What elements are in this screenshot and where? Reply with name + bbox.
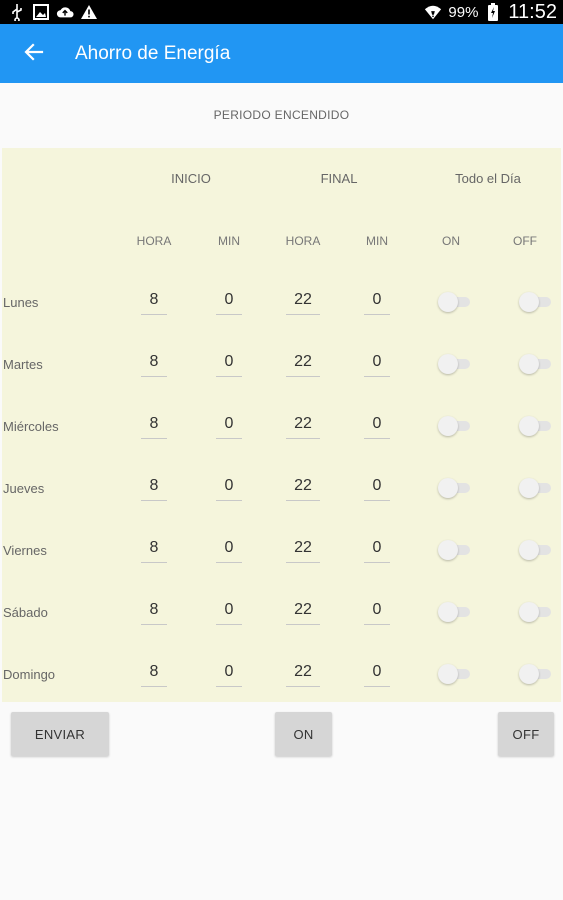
end-min-field[interactable]: 0 bbox=[364, 413, 390, 439]
back-button[interactable] bbox=[20, 40, 48, 68]
all-day-off-switch[interactable] bbox=[519, 478, 553, 498]
end-min-field[interactable]: 0 bbox=[364, 475, 390, 501]
switch-thumb bbox=[519, 292, 539, 312]
section-title: PERIODO ENCENDIDO bbox=[213, 108, 350, 122]
app-bar: Ahorro de Energía bbox=[0, 24, 563, 83]
all-day-on-switch[interactable] bbox=[438, 292, 472, 312]
header-inicio: INICIO bbox=[171, 171, 211, 186]
warning-icon bbox=[80, 3, 98, 21]
end-hour-field[interactable]: 22 bbox=[286, 599, 320, 625]
all-day-off-switch[interactable] bbox=[519, 664, 553, 684]
switch-thumb bbox=[519, 602, 539, 622]
all-day-on-switch[interactable] bbox=[438, 664, 472, 684]
usb-icon bbox=[8, 3, 26, 21]
all-day-on-switch[interactable] bbox=[438, 354, 472, 374]
day-label: Sábado bbox=[3, 605, 48, 620]
end-min-field[interactable]: 0 bbox=[364, 661, 390, 687]
header-off: OFF bbox=[513, 234, 537, 248]
end-min-field[interactable]: 0 bbox=[364, 289, 390, 315]
enviar-button[interactable]: ENVIAR bbox=[11, 712, 109, 756]
start-min-field[interactable]: 0 bbox=[216, 413, 242, 439]
day-label: Martes bbox=[3, 357, 43, 372]
battery-percentage: 99% bbox=[448, 3, 479, 21]
start-min-field[interactable]: 0 bbox=[216, 599, 242, 625]
day-label: Lunes bbox=[3, 295, 39, 310]
switch-thumb bbox=[438, 602, 458, 622]
switch-thumb bbox=[519, 664, 539, 684]
end-hour-field[interactable]: 22 bbox=[286, 661, 320, 687]
header-todo-el-dia: Todo el Día bbox=[455, 171, 521, 186]
header-end-hour: HORA bbox=[285, 234, 321, 248]
header-end-min: MIN bbox=[366, 234, 388, 248]
start-hour-field[interactable]: 8 bbox=[141, 537, 167, 563]
switch-thumb bbox=[519, 540, 539, 560]
all-day-off-switch[interactable] bbox=[519, 602, 553, 622]
end-hour-field[interactable]: 22 bbox=[286, 351, 320, 377]
header-start-min: MIN bbox=[218, 234, 240, 248]
notification-icons bbox=[8, 3, 98, 21]
day-label: Jueves bbox=[3, 481, 45, 496]
all-day-off-switch[interactable] bbox=[519, 354, 553, 374]
day-label: Domingo bbox=[3, 667, 56, 682]
switch-thumb bbox=[438, 540, 458, 560]
battery-charging-icon bbox=[484, 3, 502, 21]
header-final: FINAL bbox=[320, 171, 358, 186]
clock: 11:52 bbox=[508, 0, 557, 23]
end-min-field[interactable]: 0 bbox=[364, 351, 390, 377]
day-label: Miércoles bbox=[3, 419, 59, 434]
arrow-back-icon bbox=[24, 42, 44, 67]
end-hour-field[interactable]: 22 bbox=[286, 475, 320, 501]
end-hour-field[interactable]: 22 bbox=[286, 413, 320, 439]
off-button[interactable]: OFF bbox=[498, 712, 554, 756]
start-hour-field[interactable]: 8 bbox=[141, 599, 167, 625]
switch-thumb bbox=[438, 478, 458, 498]
day-label: Viernes bbox=[3, 543, 47, 558]
start-min-field[interactable]: 0 bbox=[216, 661, 242, 687]
start-hour-field[interactable]: 8 bbox=[141, 413, 167, 439]
wifi-icon bbox=[424, 3, 442, 21]
switch-thumb bbox=[438, 664, 458, 684]
switch-thumb bbox=[519, 416, 539, 436]
schedule-panel: INICIO FINAL Todo el Día HORA MIN HORA M… bbox=[2, 148, 561, 702]
switch-thumb bbox=[438, 292, 458, 312]
start-min-field[interactable]: 0 bbox=[216, 537, 242, 563]
start-hour-field[interactable]: 8 bbox=[141, 289, 167, 315]
all-day-on-switch[interactable] bbox=[438, 478, 472, 498]
all-day-on-switch[interactable] bbox=[438, 416, 472, 436]
switch-thumb bbox=[438, 354, 458, 374]
all-day-off-switch[interactable] bbox=[519, 540, 553, 560]
header-on: ON bbox=[442, 234, 460, 248]
on-button[interactable]: ON bbox=[275, 712, 332, 756]
all-day-on-switch[interactable] bbox=[438, 540, 472, 560]
all-day-off-switch[interactable] bbox=[519, 292, 553, 312]
image-icon bbox=[32, 3, 50, 21]
all-day-off-switch[interactable] bbox=[519, 416, 553, 436]
end-min-field[interactable]: 0 bbox=[364, 599, 390, 625]
start-hour-field[interactable]: 8 bbox=[141, 661, 167, 687]
header-start-hour: HORA bbox=[136, 234, 172, 248]
start-hour-field[interactable]: 8 bbox=[141, 475, 167, 501]
all-day-on-switch[interactable] bbox=[438, 602, 472, 622]
cloud-upload-icon bbox=[56, 3, 74, 21]
page-title: Ahorro de Energía bbox=[75, 43, 231, 64]
start-min-field[interactable]: 0 bbox=[216, 475, 242, 501]
status-bar: 99% 11:52 bbox=[0, 0, 563, 24]
start-min-field[interactable]: 0 bbox=[216, 289, 242, 315]
system-status: 99% 11:52 bbox=[424, 0, 557, 24]
switch-thumb bbox=[438, 416, 458, 436]
start-hour-field[interactable]: 8 bbox=[141, 351, 167, 377]
end-hour-field[interactable]: 22 bbox=[286, 289, 320, 315]
switch-thumb bbox=[519, 354, 539, 374]
end-hour-field[interactable]: 22 bbox=[286, 537, 320, 563]
switch-thumb bbox=[519, 478, 539, 498]
end-min-field[interactable]: 0 bbox=[364, 537, 390, 563]
start-min-field[interactable]: 0 bbox=[216, 351, 242, 377]
